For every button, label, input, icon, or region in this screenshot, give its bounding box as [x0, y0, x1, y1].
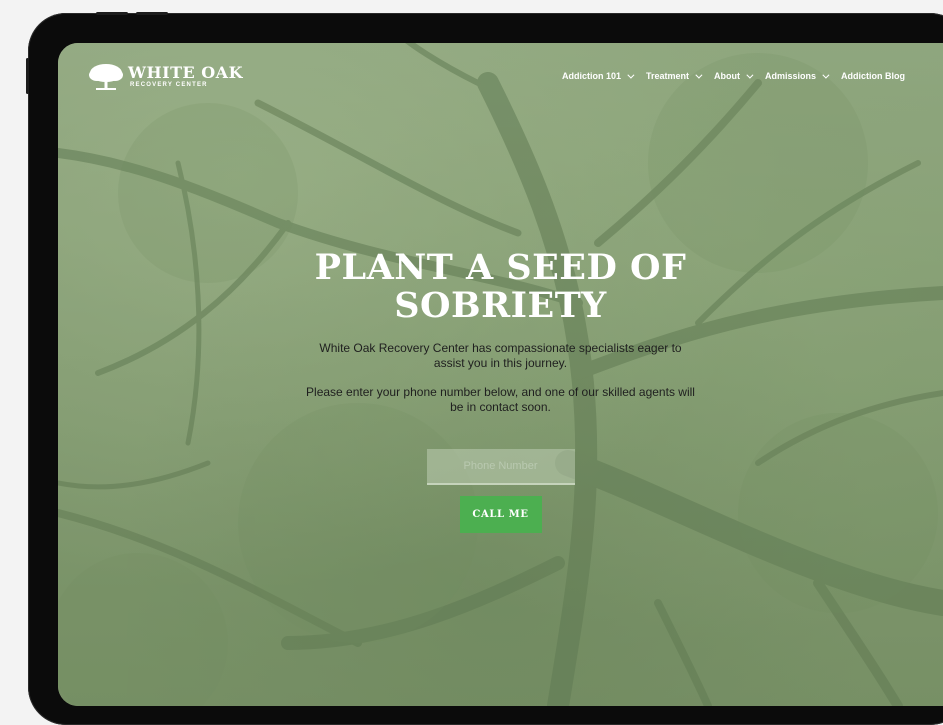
nav-item-about[interactable]: About: [713, 71, 754, 81]
chevron-down-icon: [822, 71, 830, 79]
top-navigation: WHITE OAK RECOVERY CENTER Addiction 101 …: [58, 43, 943, 109]
hero-description: White Oak Recovery Center has compassion…: [319, 341, 682, 370]
device-side-button: [96, 12, 128, 15]
brand-name: WHITE OAK: [128, 63, 243, 82]
device-side-button: [26, 58, 29, 94]
hero-title-line: PLANT A SEED OF: [314, 247, 687, 288]
nav-item-admissions[interactable]: Admissions: [764, 71, 830, 81]
nav-item-treatment[interactable]: Treatment: [645, 71, 703, 81]
nav-item-addiction-blog[interactable]: Addiction Blog: [841, 71, 905, 81]
brand-subtitle: RECOVERY CENTER: [130, 82, 208, 88]
hero-title: PLANT A SEED OF SOBRIETY: [286, 249, 716, 325]
phone-number-input[interactable]: [426, 449, 575, 485]
nav-item-addiction-101[interactable]: Addiction 101: [561, 71, 635, 81]
nav-item-label: Admissions: [764, 71, 816, 81]
nav-item-label: Addiction 101: [561, 71, 621, 81]
call-me-button[interactable]: CALL ME: [459, 496, 542, 533]
main-menu: Addiction 101 Treatment About Admissions…: [548, 71, 905, 81]
hero-title-line: SOBRIETY: [394, 285, 607, 326]
nav-item-label: Treatment: [645, 71, 689, 81]
chevron-down-icon: [695, 71, 703, 79]
nav-item-label: Addiction Blog: [841, 71, 905, 81]
hero-instructions: Please enter your phone number below, an…: [306, 385, 695, 414]
device-side-button: [136, 12, 168, 15]
chevron-down-icon: [746, 71, 754, 79]
site-logo[interactable]: WHITE OAK RECOVERY CENTER: [88, 61, 243, 93]
hero-section: PLANT A SEED OF SOBRIETY White Oak Recov…: [58, 249, 943, 533]
screen: WHITE OAK RECOVERY CENTER Addiction 101 …: [58, 43, 943, 706]
oak-tree-icon: [89, 64, 123, 90]
nav-item-label: About: [713, 71, 740, 81]
chevron-down-icon: [627, 71, 635, 79]
